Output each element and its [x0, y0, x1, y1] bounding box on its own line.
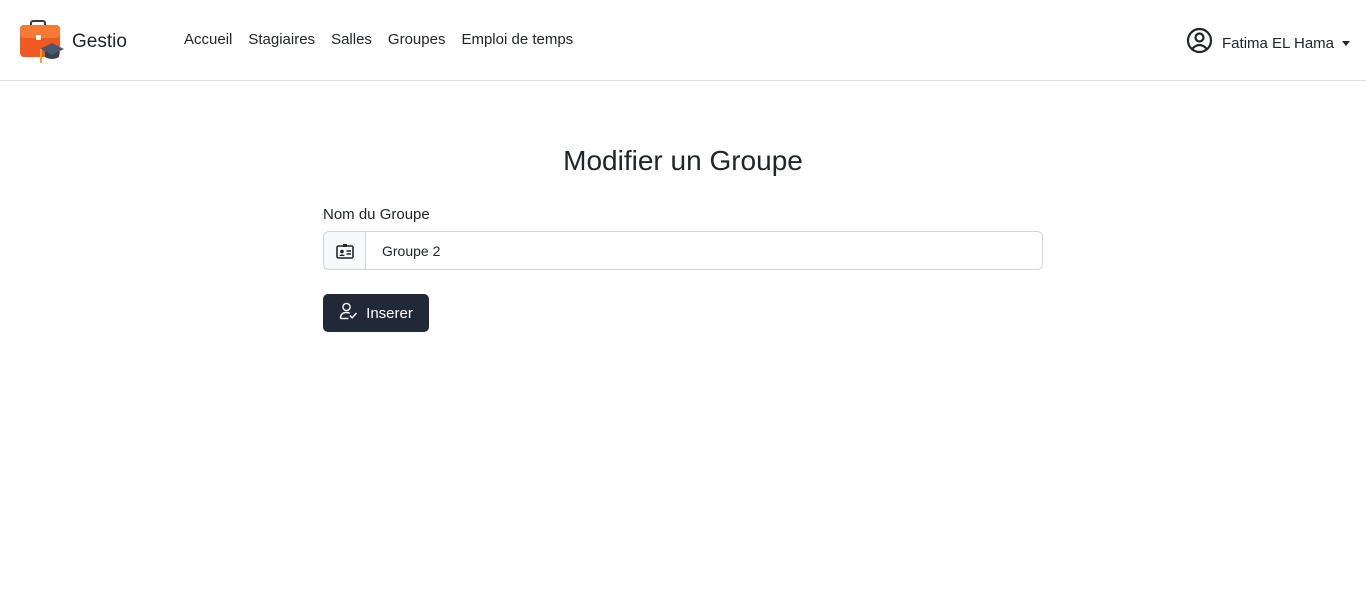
user-check-icon	[339, 302, 358, 324]
main-nav: Accueil Stagiaires Salles Groupes Emploi…	[184, 31, 589, 48]
user-name: Fatima EL Hama	[1222, 35, 1334, 52]
nav-item-accueil[interactable]: Accueil	[184, 31, 232, 48]
id-card-icon	[324, 232, 366, 269]
inserer-button[interactable]: Inserer	[323, 294, 429, 332]
group-name-input-group	[323, 231, 1043, 270]
brand-name: Gestio	[72, 31, 127, 52]
caret-down-icon	[1342, 41, 1350, 46]
top-navbar: Gestio Accueil Stagiaires Salles Groupes…	[0, 0, 1366, 81]
inserer-button-label: Inserer	[366, 304, 413, 322]
group-name-input[interactable]	[366, 232, 1042, 269]
user-menu-dropdown[interactable]: Fatima EL Hama	[1186, 27, 1350, 59]
brand[interactable]: Gestio	[18, 20, 127, 64]
group-name-label: Nom du Groupe	[323, 206, 430, 223]
page-title: Modifier un Groupe	[563, 145, 803, 176]
nav-item-emploi-de-temps[interactable]: Emploi de temps	[461, 31, 573, 48]
user-circle-icon	[1186, 27, 1213, 59]
nav-item-salles[interactable]: Salles	[331, 31, 372, 48]
briefcase-graduation-icon	[18, 20, 64, 64]
nav-item-stagiaires[interactable]: Stagiaires	[248, 31, 315, 48]
nav-item-groupes[interactable]: Groupes	[388, 31, 446, 48]
